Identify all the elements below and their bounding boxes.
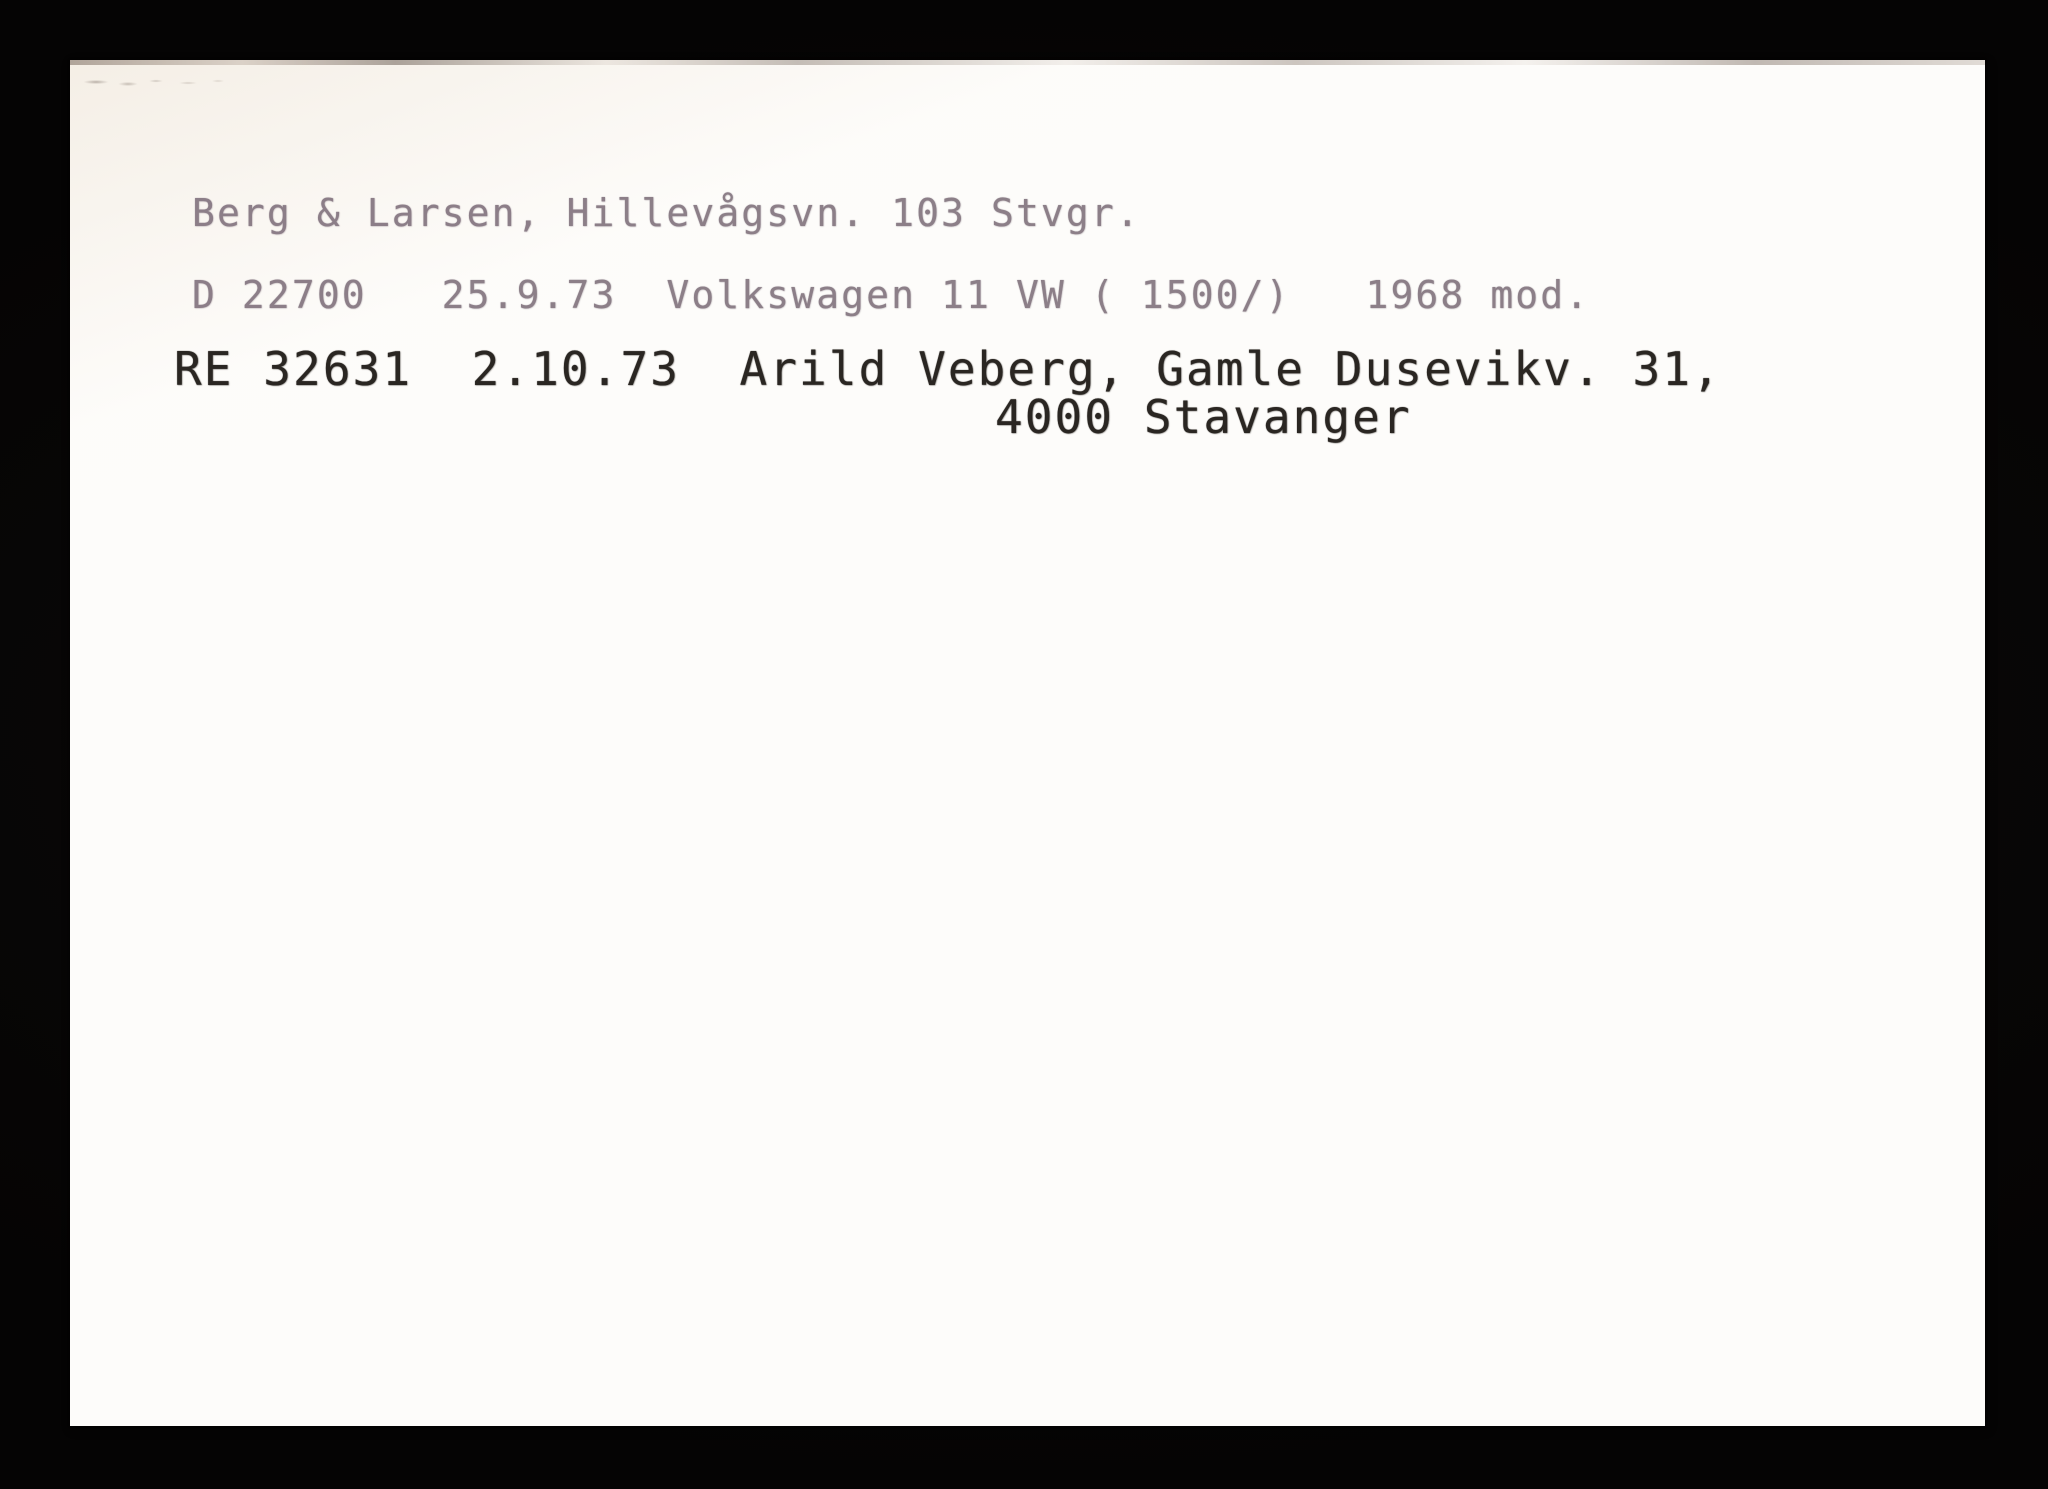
company-name-line: Berg & Larsen, Hillevågsvn. 103 Stvgr. [192, 191, 1141, 235]
owner-name-address-line: RE 32631 2.10.73 Arild Veberg, Gamle Dus… [174, 342, 1722, 396]
typed-text-block: Berg & Larsen, Hillevågsvn. 103 Stvgr. D… [70, 60, 1985, 1426]
scanned-card-page: Berg & Larsen, Hillevågsvn. 103 Stvgr. D… [0, 0, 2048, 1489]
index-card: Berg & Larsen, Hillevågsvn. 103 Stvgr. D… [70, 60, 1985, 1426]
postal-city-line: 4000 Stavanger [995, 390, 1412, 444]
vehicle-registration-line: D 22700 25.9.73 Volkswagen 11 VW ( 1500/… [192, 273, 1591, 317]
